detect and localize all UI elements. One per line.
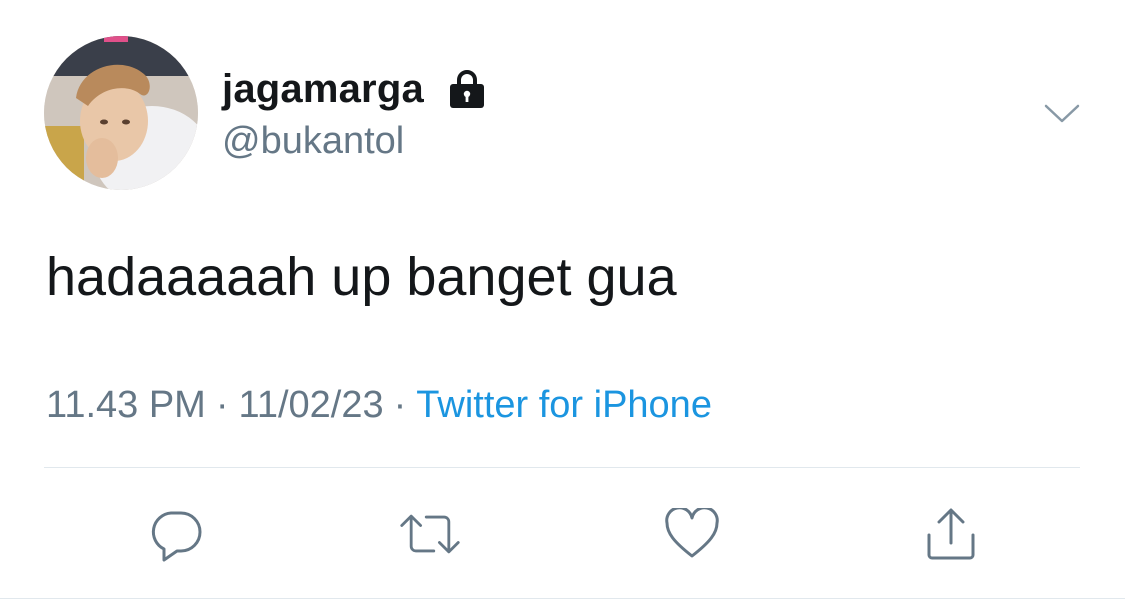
tweet-card: jagamarga @bukantol hadaaaaah up banget … xyxy=(0,0,1125,601)
tweet-time: 11.43 PM xyxy=(46,384,206,426)
avatar[interactable] xyxy=(44,36,198,190)
display-name[interactable]: jagamarga xyxy=(222,67,424,112)
reply-icon xyxy=(151,511,202,562)
user-handle[interactable]: @bukantol xyxy=(222,120,404,163)
like-button[interactable] xyxy=(660,502,724,566)
display-name-row: jagamarga xyxy=(222,64,488,114)
avatar-photo xyxy=(44,36,198,190)
bottom-divider xyxy=(0,598,1125,599)
tweet-text: hadaaaaah up banget gua xyxy=(46,247,677,307)
meta-separator: · xyxy=(393,384,407,426)
tweet-date: 11/02/23 xyxy=(238,384,384,426)
tweet-meta: 11.43 PM · 11/02/23 · Twitter for iPhone xyxy=(46,384,712,427)
meta-separator: · xyxy=(215,384,229,426)
tweet-source-link[interactable]: Twitter for iPhone xyxy=(416,384,712,426)
reply-button[interactable] xyxy=(144,502,208,566)
retweet-icon xyxy=(400,514,460,554)
share-button[interactable] xyxy=(919,502,983,566)
retweet-button[interactable] xyxy=(398,502,462,566)
divider xyxy=(44,467,1080,468)
chevron-down-icon[interactable] xyxy=(1040,92,1084,136)
lock-icon xyxy=(446,69,488,109)
share-icon xyxy=(927,508,975,560)
heart-icon xyxy=(665,508,719,558)
